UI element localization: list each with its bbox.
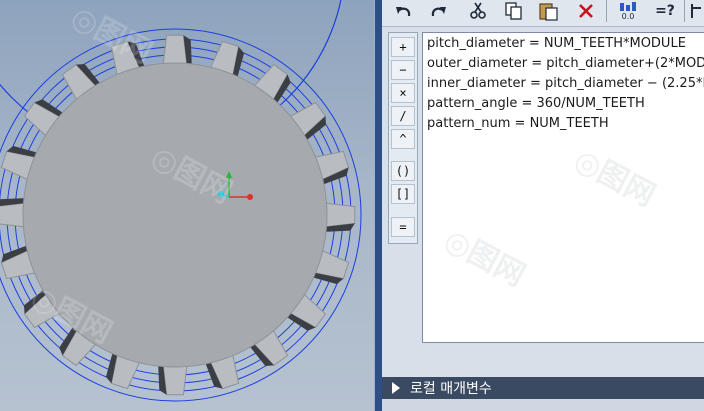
undo-button[interactable] bbox=[392, 0, 416, 22]
insert-button[interactable] bbox=[688, 0, 704, 22]
panel-footer bbox=[382, 399, 704, 411]
relation-line[interactable]: pattern_num = NUM_TEETH bbox=[427, 116, 609, 131]
expand-arrow-icon[interactable] bbox=[392, 382, 400, 394]
redo-button[interactable] bbox=[426, 0, 450, 22]
relation-line[interactable]: inner_diameter = pitch_diameter − (2.25*… bbox=[427, 76, 704, 91]
operator-plus-button[interactable]: + bbox=[391, 37, 415, 57]
operator-divide-button[interactable]: / bbox=[391, 106, 415, 126]
operator-multiply-button[interactable]: × bbox=[391, 83, 415, 103]
relation-line[interactable]: pitch_diameter = NUM_TEETH*MODULE bbox=[427, 36, 686, 51]
sort-icon bbox=[620, 1, 636, 11]
delete-button[interactable] bbox=[574, 0, 598, 22]
operator-power-button[interactable]: ^ bbox=[391, 129, 415, 149]
copy-icon bbox=[505, 2, 522, 20]
local-parameters-label: 로컬 매개변수 bbox=[410, 381, 492, 397]
gear-model-canvas[interactable] bbox=[0, 0, 380, 411]
model-viewport[interactable]: ◎图网 ◎图网 ◎图网 bbox=[0, 0, 380, 411]
operator-equals-button[interactable]: = bbox=[391, 217, 415, 237]
relation-line[interactable]: outer_diameter = pitch_diameter+(2*MODUL… bbox=[427, 56, 704, 71]
sort-value: 0.0 bbox=[621, 11, 635, 21]
copy-button[interactable] bbox=[502, 0, 526, 22]
operator-brackets-button[interactable]: [] bbox=[391, 184, 415, 204]
insert-icon bbox=[691, 4, 701, 18]
toolbar-separator bbox=[684, 0, 685, 22]
relation-line[interactable]: pattern_angle = 360/NUM_TEETH bbox=[427, 96, 645, 111]
operator-parentheses-button[interactable]: () bbox=[391, 161, 415, 181]
paste-button[interactable] bbox=[536, 0, 562, 22]
relations-editor[interactable]: pitch_diameter = NUM_TEETH*MODULE outer_… bbox=[422, 32, 704, 343]
undo-icon bbox=[396, 7, 411, 17]
paste-icon bbox=[539, 3, 558, 21]
watermark: ◎图网 bbox=[438, 222, 531, 294]
sort-button[interactable]: 0.0 bbox=[614, 0, 642, 22]
local-parameters-section[interactable]: 로컬 매개변수 bbox=[382, 377, 704, 399]
toolbar-separator bbox=[606, 0, 607, 22]
relations-panel: 0.0 =? + − × / ^ () [] = pitch_diameter … bbox=[382, 0, 704, 411]
operator-column: + − × / ^ () [] = bbox=[388, 32, 418, 244]
cut-button[interactable] bbox=[466, 0, 490, 22]
watermark: ◎图网 bbox=[568, 142, 661, 214]
scissors-icon bbox=[470, 2, 486, 19]
gear-body bbox=[22, 62, 328, 368]
relations-toolbar: 0.0 =? bbox=[382, 0, 704, 27]
operator-minus-button[interactable]: − bbox=[391, 60, 415, 80]
delete-x-icon bbox=[579, 4, 593, 18]
redo-icon bbox=[431, 7, 446, 17]
verify-label: =? bbox=[655, 3, 675, 19]
verify-button[interactable]: =? bbox=[652, 0, 678, 22]
